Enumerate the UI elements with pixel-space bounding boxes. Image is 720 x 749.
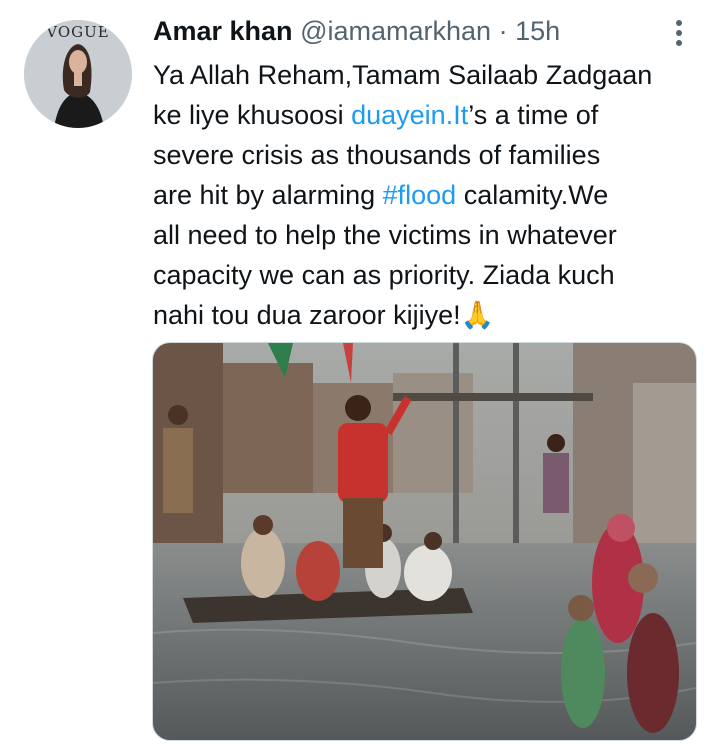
- tweet-text-line: capacity we can as priority. Ziada kuch: [153, 260, 615, 290]
- separator-dot: ·: [498, 16, 508, 46]
- author-name[interactable]: Amar khan: [153, 16, 293, 46]
- tweet-link[interactable]: duayein.It: [351, 100, 468, 130]
- tweet-text-line: nahi tou dua zaroor kijiye!🙏: [153, 300, 495, 331]
- folded-hands-emoji: 🙏: [460, 300, 495, 331]
- tweet-text-line: all need to help the victims in whatever: [153, 220, 617, 250]
- author-avatar[interactable]: VOGUE: [24, 20, 132, 128]
- tweet-media-photo[interactable]: [152, 342, 697, 741]
- more-options-icon[interactable]: [664, 18, 694, 48]
- tweet-text-line: are hit by alarming #flood calamity.We: [153, 180, 609, 210]
- tweet-text-line: Ya Allah Reham,Tamam Sailaab Zadgaan: [153, 60, 653, 90]
- avatar-image: VOGUE: [24, 20, 132, 128]
- flood-photo: [153, 343, 696, 740]
- author-handle[interactable]: @iamamarkhan: [300, 16, 491, 46]
- hashtag-flood-link[interactable]: #flood: [383, 180, 457, 210]
- tweet-text-line: ke liye khusoosi duayein.It’s a time of: [153, 100, 599, 130]
- tweet-text: Ya Allah Reham,Tamam Sailaab Zadgaan ke …: [153, 55, 713, 336]
- tweet-header: Amar khan @iamamarkhan · 15h: [153, 12, 560, 50]
- svg-text:VOGUE: VOGUE: [45, 23, 109, 41]
- tweet-timestamp[interactable]: 15h: [515, 16, 560, 46]
- tweet-text-line: severe crisis as thousands of families: [153, 140, 601, 170]
